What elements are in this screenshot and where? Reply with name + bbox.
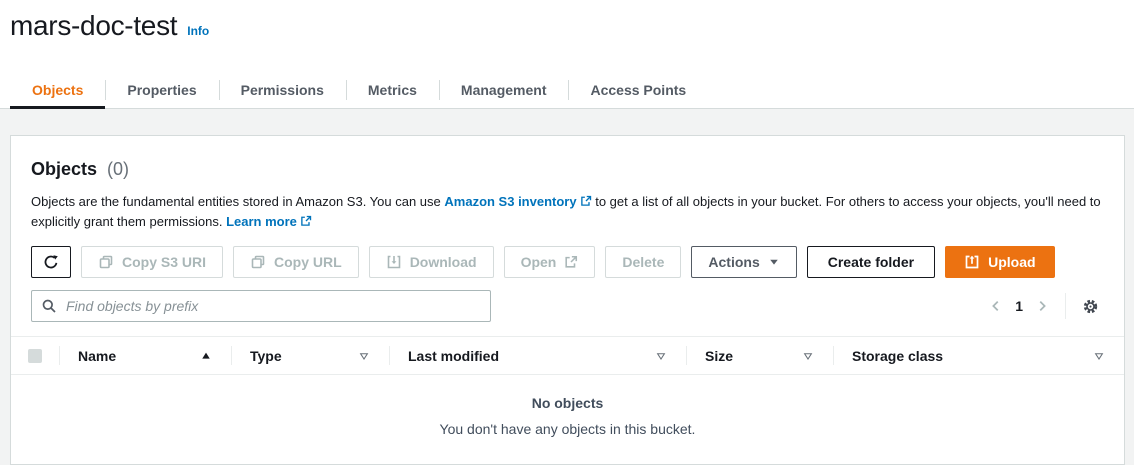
select-all-checkbox-cell <box>11 337 59 374</box>
panel-title: Objects <box>31 159 97 179</box>
refresh-button[interactable] <box>31 246 71 278</box>
delete-button: Delete <box>605 246 681 278</box>
tab-access-points[interactable]: Access Points <box>568 72 708 108</box>
filter-row: 1 <box>31 290 1104 322</box>
pagination: 1 <box>983 292 1104 320</box>
page-number[interactable]: 1 <box>1009 298 1029 314</box>
column-header-type[interactable]: Type <box>231 337 389 374</box>
column-header-name[interactable]: Name <box>59 337 231 374</box>
search-box <box>31 290 491 322</box>
column-header-storage-class[interactable]: Storage class <box>833 337 1124 374</box>
column-header-size[interactable]: Size <box>686 337 833 374</box>
panel-description: Objects are the fundamental entities sto… <box>31 192 1104 232</box>
copy-url-button: Copy URL <box>233 246 359 278</box>
copy-s3-uri-button: Copy S3 URI <box>81 246 223 278</box>
sort-ascending-icon <box>200 350 212 362</box>
refresh-icon <box>43 254 59 270</box>
tab-label: Management <box>461 82 547 98</box>
objects-panel: Objects (0) Objects are the fundamental … <box>10 135 1125 465</box>
copy-icon <box>98 254 114 270</box>
download-icon <box>386 254 402 270</box>
s3-inventory-link[interactable]: Amazon S3 inventory <box>444 194 591 209</box>
previous-page-button <box>983 293 1009 319</box>
table-header-row: Name Type Last modified Size Storage cla… <box>11 337 1124 375</box>
sort-icon <box>358 350 370 362</box>
search-input[interactable] <box>64 297 481 315</box>
sort-icon <box>655 350 667 362</box>
open-button: Open <box>504 246 596 278</box>
download-button: Download <box>369 246 494 278</box>
content-area: Objects (0) Objects are the fundamental … <box>0 109 1134 465</box>
preferences-gear-button[interactable] <box>1076 292 1104 320</box>
tab-label: Metrics <box>368 82 417 98</box>
upload-icon <box>964 254 980 270</box>
description-text: Objects are the fundamental entities sto… <box>31 194 441 209</box>
copy-icon <box>250 254 266 270</box>
external-link-icon <box>564 255 578 269</box>
create-folder-button[interactable]: Create folder <box>807 246 935 278</box>
actions-dropdown-button[interactable]: Actions <box>691 246 796 278</box>
tab-objects[interactable]: Objects <box>10 72 105 108</box>
tab-metrics[interactable]: Metrics <box>346 72 439 108</box>
tab-properties[interactable]: Properties <box>105 72 218 108</box>
select-all-checkbox <box>28 349 42 363</box>
sort-icon <box>802 350 814 362</box>
chevron-right-icon <box>1035 299 1049 313</box>
toolbar: Copy S3 URI Copy URL Download Open Delet… <box>31 246 1104 278</box>
bucket-name-title: mars-doc-test <box>10 10 177 42</box>
empty-state: No objects You don't have any objects in… <box>11 375 1124 437</box>
tab-permissions[interactable]: Permissions <box>219 72 346 108</box>
learn-more-link[interactable]: Learn more <box>226 214 312 229</box>
empty-state-title: No objects <box>11 395 1124 411</box>
tab-management[interactable]: Management <box>439 72 569 108</box>
search-icon <box>41 298 57 314</box>
sort-icon <box>1093 350 1105 362</box>
next-page-button <box>1029 293 1055 319</box>
chevron-left-icon <box>989 299 1003 313</box>
objects-table: Name Type Last modified Size Storage cla… <box>11 336 1124 437</box>
column-header-last-modified[interactable]: Last modified <box>389 337 686 374</box>
tab-bar: Objects Properties Permissions Metrics M… <box>0 72 1134 109</box>
panel-heading: Objects (0) <box>31 158 1104 180</box>
empty-state-message: You don't have any objects in this bucke… <box>11 421 1124 437</box>
upload-button[interactable]: Upload <box>945 246 1054 278</box>
tab-label: Properties <box>127 82 196 98</box>
external-link-icon <box>580 195 592 207</box>
title-row: mars-doc-test Info <box>0 0 1134 42</box>
external-link-icon <box>300 215 312 227</box>
tab-label: Objects <box>32 82 83 98</box>
tab-label: Permissions <box>241 82 324 98</box>
gear-icon <box>1082 298 1099 315</box>
page-header: mars-doc-test Info Objects Properties Pe… <box>0 0 1134 109</box>
tab-label: Access Points <box>590 82 686 98</box>
info-link[interactable]: Info <box>187 24 209 38</box>
caret-down-icon <box>768 256 780 268</box>
divider <box>1065 293 1066 319</box>
object-count-badge: (0) <box>107 159 129 179</box>
